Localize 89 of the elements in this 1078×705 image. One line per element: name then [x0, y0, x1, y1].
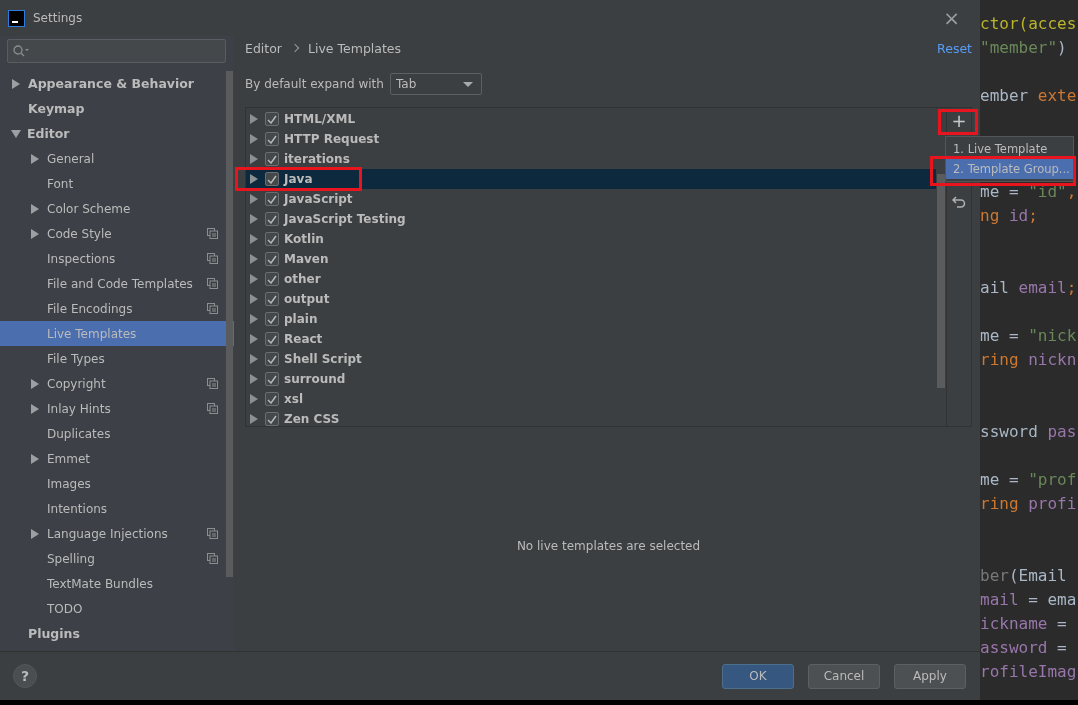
code-line: rofileImag	[980, 661, 1077, 681]
sidebar-item[interactable]: Plugins	[0, 621, 234, 646]
code-line: ickname =	[980, 613, 1067, 633]
checkbox[interactable]	[265, 312, 279, 326]
sidebar-item[interactable]: Language Injections	[0, 521, 234, 546]
scrollbar[interactable]	[937, 174, 945, 388]
code-line: mail = ema	[980, 589, 1077, 609]
sidebar-item[interactable]: Inlay Hints	[0, 396, 234, 421]
template-group-row[interactable]: JavaScript	[246, 189, 936, 209]
template-group-row[interactable]: output	[246, 289, 936, 309]
ok-button[interactable]: OK	[722, 663, 794, 689]
checkbox[interactable]	[265, 192, 279, 206]
code-line: ber(Email	[980, 565, 1067, 585]
sidebar-item[interactable]: Font	[0, 171, 234, 196]
breadcrumb-item: Live Templates	[308, 40, 402, 56]
reset-link[interactable]: Reset	[937, 40, 972, 56]
close-button[interactable]: ×	[943, 8, 960, 28]
checkbox[interactable]	[265, 212, 279, 226]
sidebar-item[interactable]: TextMate Bundles	[0, 571, 234, 596]
template-group-row[interactable]: HTTP Request	[246, 129, 936, 149]
checkbox[interactable]	[265, 112, 279, 126]
sidebar-item[interactable]: TODO	[0, 596, 234, 621]
checkbox[interactable]	[265, 372, 279, 386]
checkbox[interactable]	[265, 132, 279, 146]
window-title: Settings	[33, 11, 83, 25]
checkbox[interactable]	[265, 392, 279, 406]
sidebar-item[interactable]: Code Style	[0, 221, 234, 246]
sidebar-item[interactable]: Appearance & Behavior	[0, 71, 234, 96]
checkbox[interactable]	[265, 292, 279, 306]
template-group-row[interactable]: React	[246, 329, 936, 349]
undo-icon[interactable]	[952, 195, 966, 209]
code-line: ember exte	[980, 85, 1077, 105]
template-group-row[interactable]: surround	[246, 369, 936, 389]
app-logo-icon	[8, 9, 25, 27]
breadcrumb-item: Editor	[245, 40, 282, 56]
dialog-button[interactable]: Apply	[894, 663, 966, 689]
code-line: ctor(acces	[980, 13, 1077, 33]
scrollbar[interactable]	[226, 71, 233, 577]
code-line: ssword pas	[980, 421, 1077, 441]
sidebar-item[interactable]: Inspections	[0, 246, 234, 271]
add-button[interactable]: +	[951, 111, 967, 131]
sidebar-item[interactable]: Editor	[0, 121, 234, 146]
search-field[interactable]	[7, 39, 226, 63]
template-group-row[interactable]: Shell Script	[246, 349, 936, 369]
template-group-row[interactable]: other	[246, 269, 936, 289]
expand-label: By default expand with	[245, 77, 384, 91]
template-group-row[interactable]: Zen CSS	[246, 409, 936, 426]
checkbox[interactable]	[265, 232, 279, 246]
code-line: ng id;	[980, 205, 1038, 225]
checkbox[interactable]	[265, 252, 279, 266]
code-line: me = "nick	[980, 325, 1077, 345]
code-line: me = "prof	[980, 469, 1077, 489]
sidebar-item[interactable]: File Types	[0, 346, 234, 371]
search-icon	[13, 45, 29, 57]
template-group-row[interactable]: Kotlin	[246, 229, 936, 249]
checkbox[interactable]	[265, 332, 279, 346]
checkbox[interactable]	[265, 272, 279, 286]
caret-icon	[462, 82, 473, 87]
help-button[interactable]: ?	[13, 664, 37, 688]
sidebar-item[interactable]: Copyright	[0, 371, 234, 396]
template-group-row[interactable]: Java	[246, 169, 936, 189]
code-line: "member")	[980, 37, 1067, 57]
checkbox[interactable]	[265, 412, 279, 426]
sidebar-item[interactable]: File Encodings	[0, 296, 234, 321]
checkbox[interactable]	[265, 172, 279, 186]
sidebar-item[interactable]: Keymap	[0, 96, 234, 121]
sidebar-item[interactable]: General	[0, 146, 234, 171]
sidebar-item[interactable]: Emmet	[0, 446, 234, 471]
expand-key-dropdown[interactable]: Tab	[389, 73, 482, 95]
sidebar-item[interactable]: Images	[0, 471, 234, 496]
empty-message: No live templates are selected	[515, 539, 702, 553]
sidebar-item[interactable]: Color Scheme	[0, 196, 234, 221]
template-group-row[interactable]: xsl	[246, 389, 936, 409]
checkbox[interactable]	[265, 352, 279, 366]
template-group-row[interactable]: plain	[246, 309, 936, 329]
checkbox[interactable]	[265, 152, 279, 166]
dialog-button[interactable]: Cancel	[808, 663, 880, 689]
code-line: ail email;	[980, 277, 1077, 297]
code-line: ring profi	[980, 493, 1077, 513]
template-group-row[interactable]: JavaScript Testing	[246, 209, 936, 229]
sidebar-item[interactable]: Duplicates	[0, 421, 234, 446]
sidebar-item[interactable]: File and Code Templates	[0, 271, 234, 296]
template-group-row[interactable]: Maven	[246, 249, 936, 269]
sidebar-item[interactable]: Intentions	[0, 496, 234, 521]
code-line: ring nickn	[980, 349, 1077, 369]
code-line: assword =	[980, 637, 1067, 657]
template-group-row[interactable]: HTML/XML	[246, 109, 936, 129]
menu-item[interactable]: 1. Live Template	[946, 139, 1073, 159]
sidebar-item[interactable]: Spelling	[0, 546, 234, 571]
